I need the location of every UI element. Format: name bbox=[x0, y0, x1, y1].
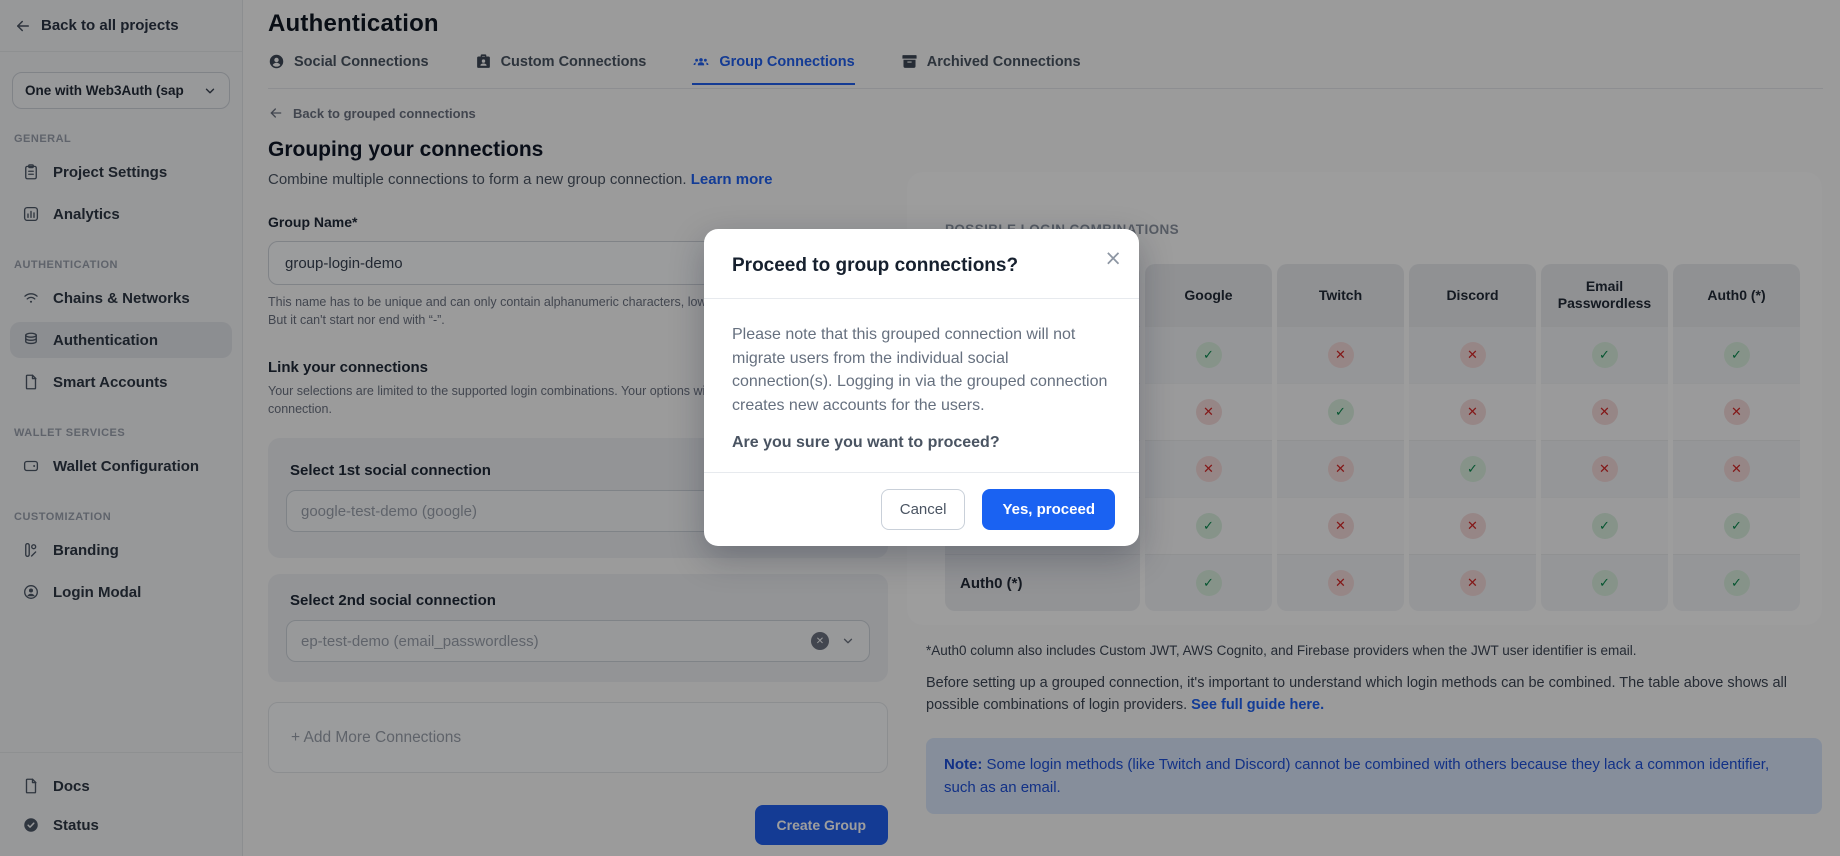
modal-message: Please note that this grouped connection… bbox=[732, 323, 1111, 417]
modal-question: Are you sure you want to proceed? bbox=[732, 434, 1111, 452]
modal-footer: Cancel Yes, proceed bbox=[704, 473, 1139, 546]
cancel-button[interactable]: Cancel bbox=[881, 489, 966, 530]
app-root: Back to all projects One with Web3Auth (… bbox=[0, 0, 1840, 856]
proceed-modal: Proceed to group connections? × Please n… bbox=[704, 229, 1139, 546]
modal-title: Proceed to group connections? bbox=[732, 255, 1111, 277]
yes-proceed-button[interactable]: Yes, proceed bbox=[982, 489, 1115, 530]
modal-body: Please note that this grouped connection… bbox=[704, 299, 1139, 473]
modal-header: Proceed to group connections? × bbox=[704, 229, 1139, 299]
close-icon[interactable]: × bbox=[1104, 248, 1122, 269]
